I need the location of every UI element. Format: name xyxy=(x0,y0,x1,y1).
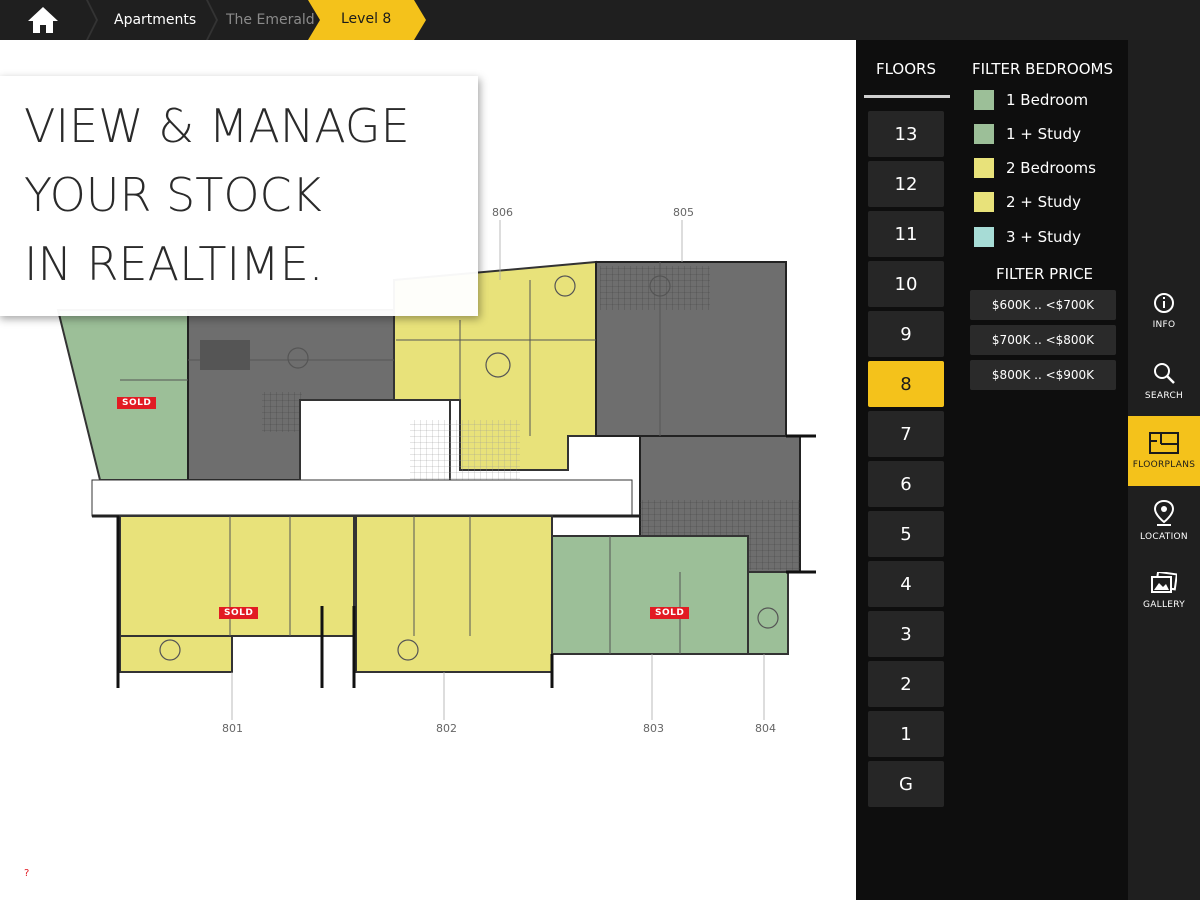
bedroom-filter-2-study[interactable]: 2 + Study xyxy=(974,191,1081,213)
unit-label-802: 802 xyxy=(436,722,457,735)
floors-divider xyxy=(864,95,950,98)
nav-label: LOCATION xyxy=(1140,532,1188,542)
breadcrumb-level-label: Level 8 xyxy=(341,11,392,27)
bedroom-filter-label: 3 + Study xyxy=(1006,228,1081,246)
unit-803[interactable] xyxy=(551,535,749,655)
unit-label-806: 806 xyxy=(492,206,513,219)
color-swatch xyxy=(974,192,994,212)
floor-button-3[interactable]: 3 xyxy=(868,611,944,657)
floor-button-11[interactable]: 11 xyxy=(868,211,944,257)
floors-title: FLOORS xyxy=(875,60,936,78)
bedroom-filter-2-bedrooms[interactable]: 2 Bedrooms xyxy=(974,157,1096,179)
breadcrumb-building[interactable]: The Emerald xyxy=(226,0,316,40)
price-filter-600-700[interactable]: $600K .. <$700K xyxy=(970,290,1116,320)
floor-button-9[interactable]: 9 xyxy=(868,311,944,357)
home-icon xyxy=(28,7,58,33)
unit-label-801: 801 xyxy=(222,722,243,735)
hero-line-2: YOUR STOCK xyxy=(24,168,322,222)
bedroom-filter-3-study[interactable]: 3 + Study xyxy=(974,226,1081,248)
bedroom-filter-label: 2 Bedrooms xyxy=(1006,159,1096,177)
nav-info[interactable]: INFO xyxy=(1128,276,1200,346)
floor-button-4[interactable]: 4 xyxy=(868,561,944,607)
hero-overlay: VIEW & MANAGE YOUR STOCK IN REALTIME. xyxy=(0,76,478,316)
price-filter-700-800[interactable]: $700K .. <$800K xyxy=(970,325,1116,355)
floor-button-10[interactable]: 10 xyxy=(868,261,944,307)
right-nav: INFO SEARCH FLOORPLANS LOCATION GALLERY xyxy=(1128,40,1200,900)
unit-806-left[interactable] xyxy=(56,309,189,481)
nav-label: GALLERY xyxy=(1142,600,1186,610)
breadcrumb-level[interactable]: Level 8 xyxy=(308,0,426,40)
floor-button-8[interactable]: 8 xyxy=(868,361,944,407)
unit-label-805: 805 xyxy=(673,206,694,219)
bedroom-filter-label: 1 Bedroom xyxy=(1006,91,1089,109)
color-swatch xyxy=(974,158,994,178)
nav-label: FLOORPLANS xyxy=(1132,460,1196,470)
nav-location[interactable]: LOCATION xyxy=(1128,486,1200,556)
color-swatch xyxy=(974,124,994,144)
floor-button-7[interactable]: 7 xyxy=(868,411,944,457)
bedroom-filter-1-study[interactable]: 1 + Study xyxy=(974,123,1081,145)
bedroom-filter-label: 2 + Study xyxy=(1006,193,1081,211)
filter-panel: FILTER BEDROOMS 1 Bedroom 1 + Study 2 Be… xyxy=(956,40,1128,900)
breadcrumb-apartments[interactable]: Apartments xyxy=(114,0,206,40)
color-swatch xyxy=(974,227,994,247)
sold-badge: SOLD xyxy=(650,607,690,619)
location-pin-icon xyxy=(1153,500,1175,526)
info-icon xyxy=(1154,293,1174,313)
top-bar: Apartments The Emerald Level 8 xyxy=(0,0,1200,40)
hero-line-1: VIEW & MANAGE xyxy=(24,99,410,153)
nav-label: INFO xyxy=(1152,320,1176,330)
unit-802[interactable] xyxy=(355,515,553,673)
floorplan-icon xyxy=(1149,432,1179,454)
hero-line-3: IN REALTIME. xyxy=(24,237,324,291)
floor-button-g[interactable]: G xyxy=(868,761,944,807)
sold-badge: SOLD xyxy=(219,607,259,619)
floor-button-12[interactable]: 12 xyxy=(868,161,944,207)
nav-floorplans[interactable]: FLOORPLANS xyxy=(1128,416,1200,486)
floor-button-5[interactable]: 5 xyxy=(868,511,944,557)
nav-label: SEARCH xyxy=(1144,391,1184,401)
floor-button-13[interactable]: 13 xyxy=(868,111,944,157)
floor-button-6[interactable]: 6 xyxy=(868,461,944,507)
unit-804[interactable] xyxy=(747,571,789,655)
nav-gallery[interactable]: GALLERY xyxy=(1128,556,1200,626)
floorplan-canvas: VIEW & MANAGE YOUR STOCK IN REALTIME. 80… xyxy=(0,40,856,900)
search-icon xyxy=(1154,363,1175,384)
unit-label-803: 803 xyxy=(643,722,664,735)
color-swatch xyxy=(974,90,994,110)
home-button[interactable] xyxy=(0,0,86,40)
filter-price-title: FILTER PRICE xyxy=(996,265,1094,283)
gallery-icon xyxy=(1151,572,1177,593)
unit-label-804: 804 xyxy=(755,722,776,735)
bedroom-filter-label: 1 + Study xyxy=(1006,125,1081,143)
price-filter-800-900[interactable]: $800K .. <$900K xyxy=(970,360,1116,390)
floors-panel: FLOORS 13 12 11 10 9 8 7 6 5 4 3 2 1 G xyxy=(856,40,956,900)
sold-badge: SOLD xyxy=(117,397,157,409)
floor-button-2[interactable]: 2 xyxy=(868,661,944,707)
nav-search[interactable]: SEARCH xyxy=(1128,346,1200,416)
floor-button-1[interactable]: 1 xyxy=(868,711,944,757)
filter-bedrooms-title: FILTER BEDROOMS xyxy=(972,60,1113,78)
bedroom-filter-1-bedroom[interactable]: 1 Bedroom xyxy=(974,89,1088,111)
